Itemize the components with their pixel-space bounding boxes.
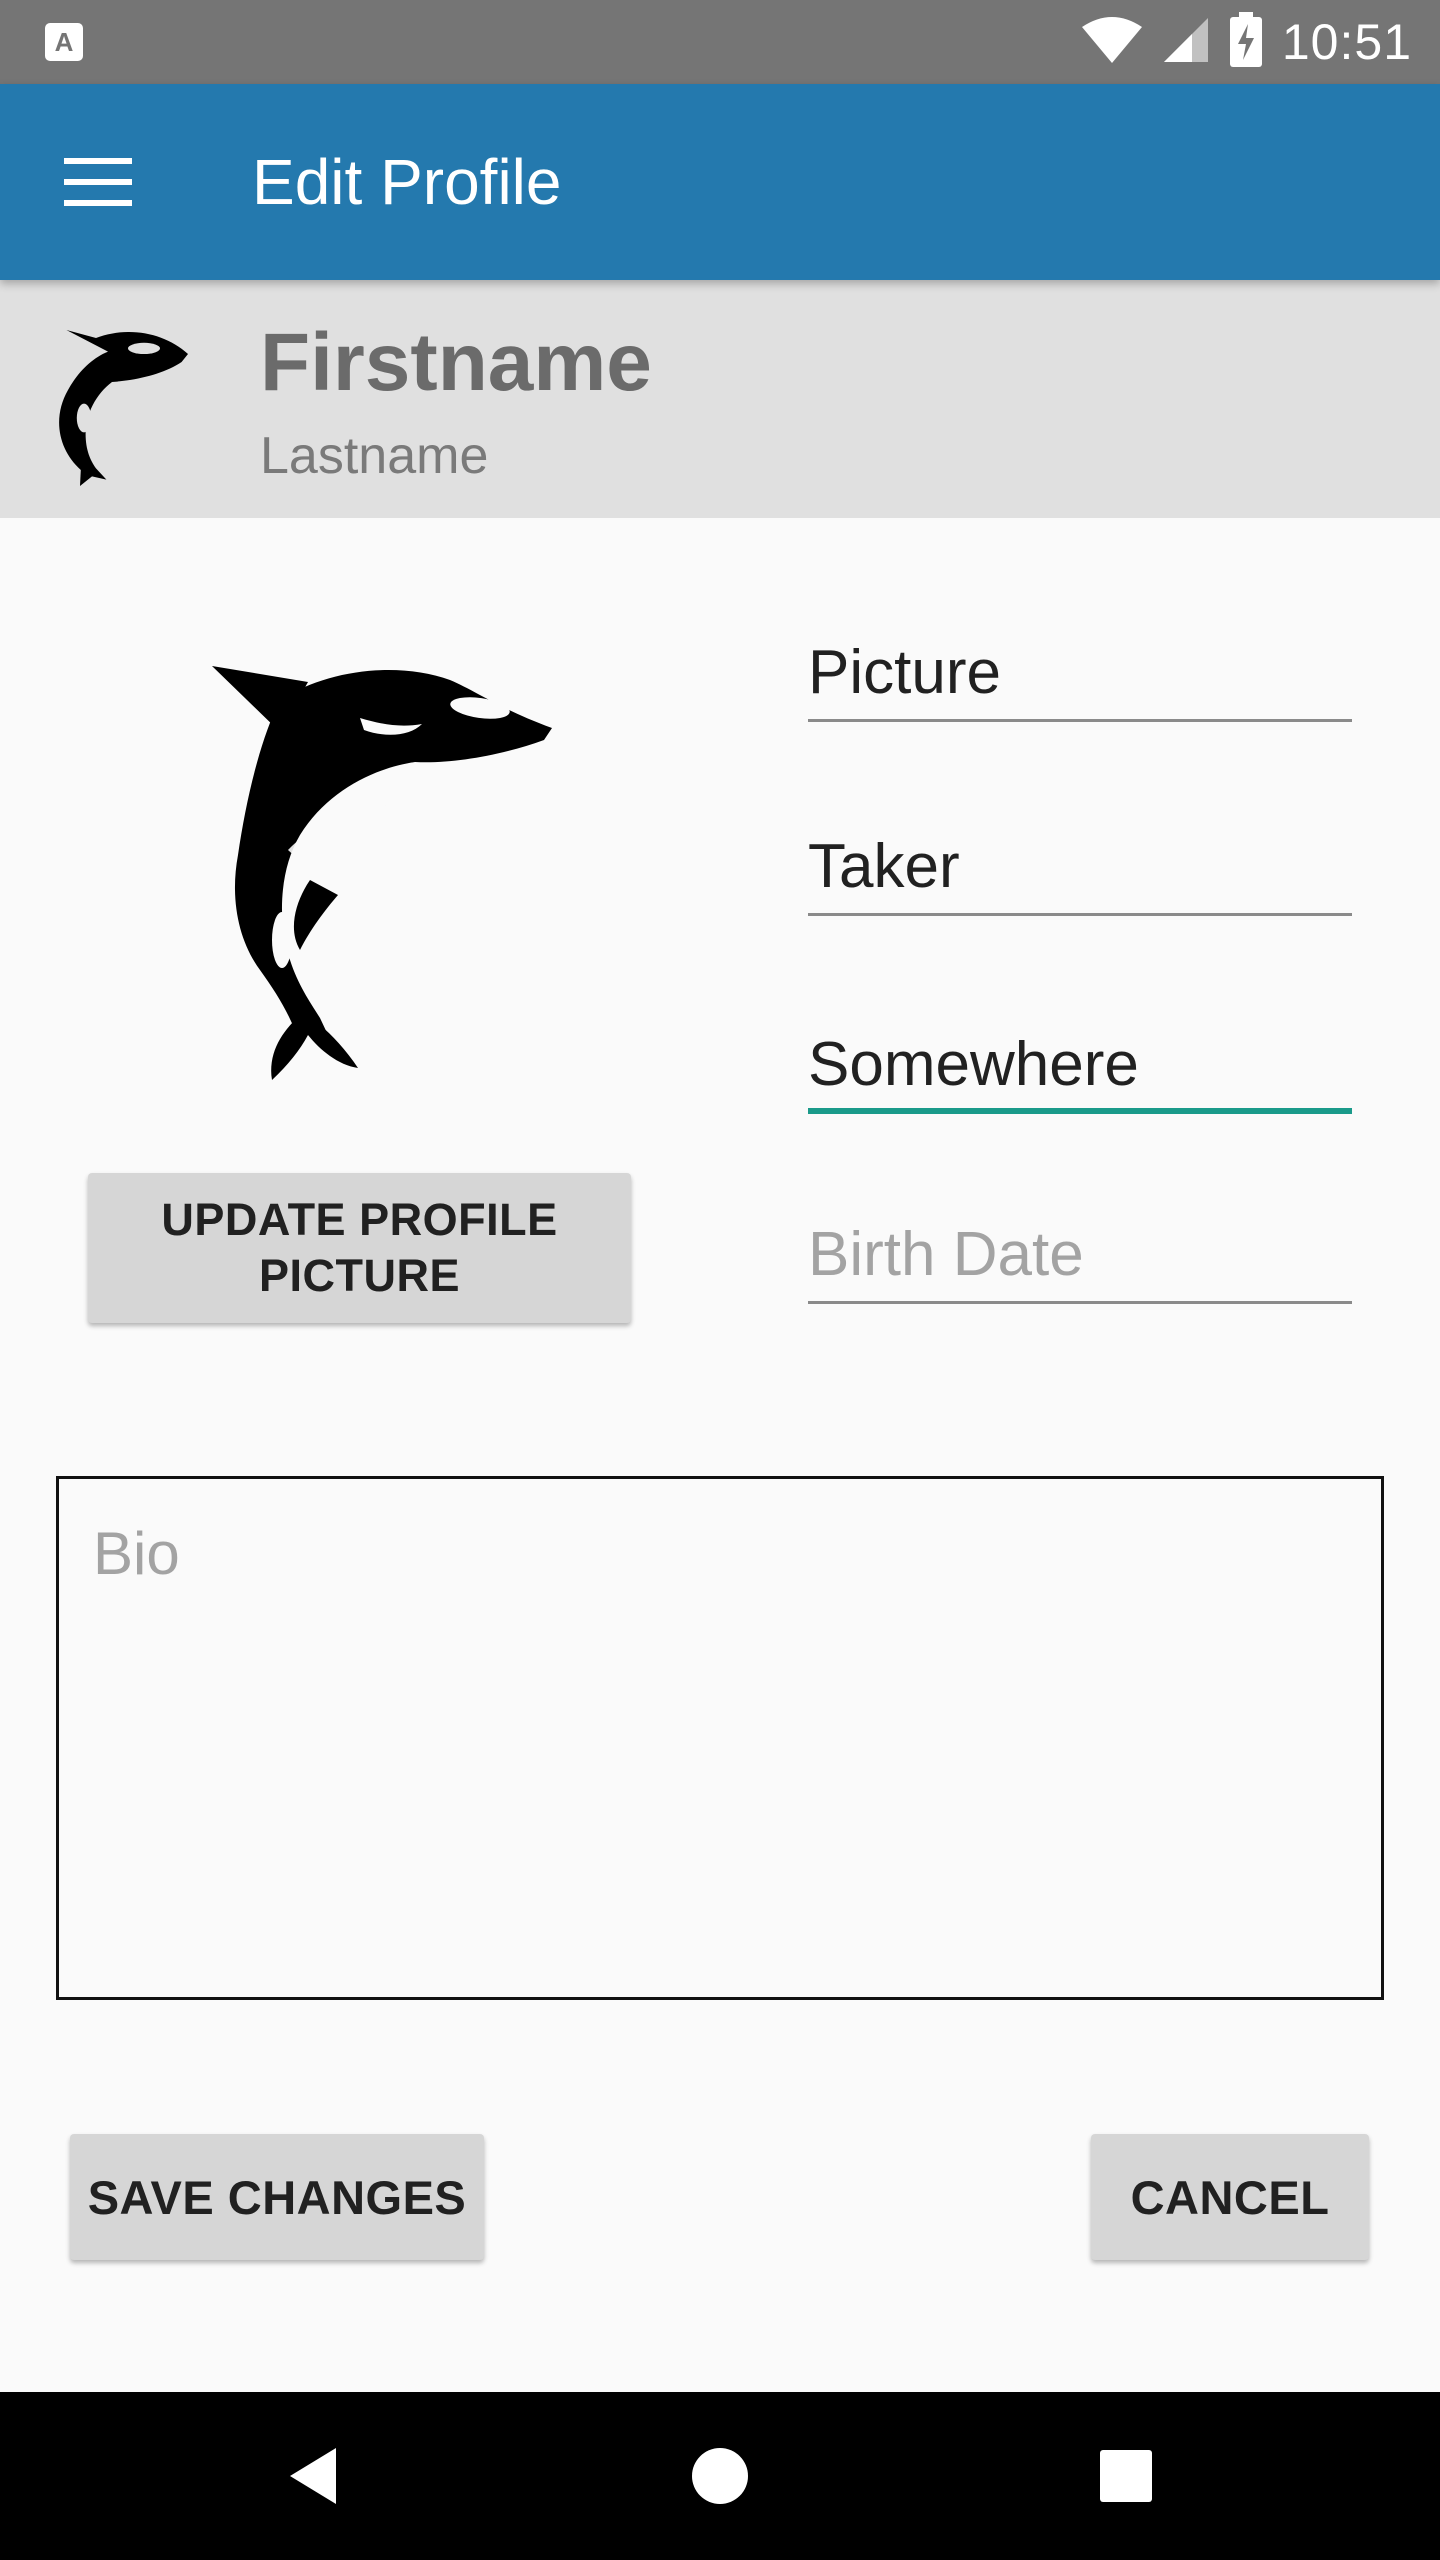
hamburger-menu-icon[interactable] bbox=[50, 142, 146, 222]
cancel-button[interactable]: CANCEL bbox=[1091, 2134, 1369, 2260]
orca-icon bbox=[36, 318, 196, 486]
last-name-value: Taker bbox=[808, 832, 960, 901]
save-changes-button[interactable]: SAVE CHANGES bbox=[70, 2134, 484, 2260]
bio-placeholder: Bio bbox=[93, 1520, 180, 1587]
first-name-field[interactable]: Picture bbox=[808, 622, 1352, 722]
back-icon[interactable] bbox=[264, 2426, 364, 2526]
home-icon[interactable] bbox=[670, 2426, 770, 2526]
header-lastname: Lastname bbox=[260, 427, 489, 485]
wifi-icon bbox=[1080, 15, 1144, 70]
bio-textarea[interactable]: Bio bbox=[56, 1476, 1384, 2000]
profile-header: Firstname Lastname bbox=[0, 280, 1440, 518]
location-value: Somewhere bbox=[808, 1030, 1139, 1099]
birth-date-placeholder: Birth Date bbox=[808, 1220, 1084, 1289]
location-field[interactable]: Somewhere bbox=[808, 1014, 1352, 1114]
last-name-field[interactable]: Taker bbox=[808, 816, 1352, 916]
orca-icon bbox=[212, 666, 552, 1080]
recents-icon[interactable] bbox=[1076, 2426, 1176, 2526]
location-underline bbox=[808, 1108, 1352, 1114]
update-profile-picture-button[interactable]: UPDATE PROFILE PICTURE bbox=[88, 1173, 631, 1323]
last-name-underline bbox=[808, 913, 1352, 916]
system-nav-bar bbox=[0, 2392, 1440, 2560]
notification-a-icon: A bbox=[44, 22, 84, 67]
app-bar: Edit Profile bbox=[0, 84, 1440, 280]
profile-picture bbox=[160, 640, 560, 1080]
birth-date-field[interactable]: Birth Date bbox=[808, 1204, 1352, 1304]
status-time: 10:51 bbox=[1281, 14, 1412, 70]
cellular-signal-icon bbox=[1162, 16, 1210, 69]
page-title: Edit Profile bbox=[252, 146, 562, 218]
first-name-underline bbox=[808, 719, 1352, 722]
header-firstname: Firstname bbox=[260, 317, 652, 408]
birth-date-underline bbox=[808, 1301, 1352, 1304]
status-bar: A 10:51 bbox=[0, 0, 1440, 84]
svg-text:A: A bbox=[55, 27, 74, 57]
first-name-value: Picture bbox=[808, 638, 1001, 707]
battery-charging-icon bbox=[1228, 11, 1264, 73]
